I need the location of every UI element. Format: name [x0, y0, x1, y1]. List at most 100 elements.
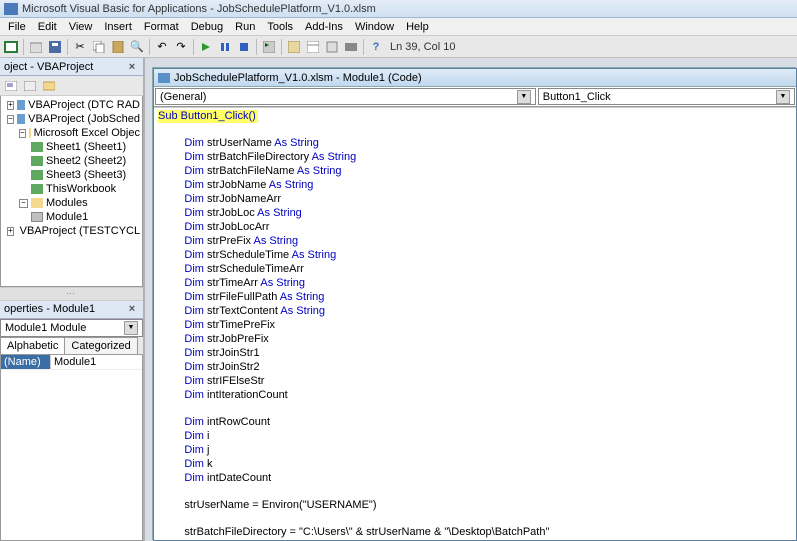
menu-run[interactable]: Run	[229, 19, 261, 35]
tree-item-folder[interactable]: − Modules	[3, 196, 140, 210]
dropdown-value: Button1_Click	[543, 91, 611, 103]
help-icon[interactable]: ?	[367, 38, 385, 56]
property-row[interactable]: (Name) Module1	[1, 355, 142, 370]
project-panel-title: oject - VBAProject	[4, 61, 93, 73]
tree-item-sheet[interactable]: Sheet1 (Sheet1)	[3, 140, 140, 154]
vba-project-icon	[17, 100, 25, 110]
undo-icon[interactable]: ↶	[153, 38, 171, 56]
cut-icon[interactable]: ✂	[71, 38, 89, 56]
object-dropdown[interactable]: (General) ▼	[155, 88, 536, 105]
tree-item-module[interactable]: Module1	[3, 210, 140, 224]
tree-label: Sheet2 (Sheet2)	[46, 155, 126, 167]
project-panel-header: oject - VBAProject ×	[0, 58, 143, 76]
tree-item-sheet[interactable]: Sheet3 (Sheet3)	[3, 168, 140, 182]
property-name: (Name)	[1, 355, 51, 369]
view-excel-icon[interactable]	[2, 38, 20, 56]
chevron-down-icon[interactable]: ▼	[517, 90, 531, 104]
folder-icon	[29, 128, 31, 138]
separator	[281, 39, 282, 55]
code-line: Sub Button1_Click()	[158, 110, 256, 122]
tree-label: VBAProject (TESTCYCL	[20, 225, 140, 237]
tree-item-vbaproject[interactable]: + VBAProject (DTC RAD	[3, 98, 140, 112]
tree-label: VBAProject (DTC RAD	[28, 99, 140, 111]
menu-insert[interactable]: Insert	[98, 19, 138, 35]
procedure-dropdown[interactable]: Button1_Click ▼	[538, 88, 795, 105]
code-window: JobSchedulePlatform_V1.0.xlsm - Module1 …	[153, 68, 797, 541]
tree-label: ThisWorkbook	[46, 183, 116, 195]
tree-label: Microsoft Excel Objec	[34, 127, 140, 139]
expand-icon[interactable]: +	[7, 101, 14, 110]
code-window-title: JobSchedulePlatform_V1.0.xlsm - Module1 …	[174, 72, 422, 84]
tree-label: Modules	[46, 197, 88, 209]
copy-icon[interactable]	[90, 38, 108, 56]
separator	[23, 39, 24, 55]
dropdown-value: (General)	[160, 91, 206, 103]
object-browser-icon[interactable]	[323, 38, 341, 56]
design-mode-icon[interactable]	[260, 38, 278, 56]
tab-alphabetic[interactable]: Alphabetic	[0, 337, 65, 354]
tree-item-workbook[interactable]: ThisWorkbook	[3, 182, 140, 196]
menu-format[interactable]: Format	[138, 19, 185, 35]
insert-icon[interactable]	[27, 38, 45, 56]
collapse-icon[interactable]: −	[19, 129, 26, 138]
mdi-area: JobSchedulePlatform_V1.0.xlsm - Module1 …	[145, 58, 797, 541]
close-icon[interactable]: ×	[125, 302, 139, 316]
property-value[interactable]: Module1	[51, 355, 142, 369]
separator	[363, 39, 364, 55]
workbook-icon	[31, 184, 43, 194]
tab-categorized[interactable]: Categorized	[64, 337, 137, 354]
close-icon[interactable]: ×	[125, 60, 139, 74]
menu-file[interactable]: File	[2, 19, 32, 35]
save-icon[interactable]	[46, 38, 64, 56]
menu-view[interactable]: View	[63, 19, 99, 35]
separator	[149, 39, 150, 55]
menu-edit[interactable]: Edit	[32, 19, 63, 35]
view-object-icon[interactable]	[21, 77, 39, 95]
properties-object-combo[interactable]: Module1 Module ▼	[0, 319, 143, 337]
chevron-down-icon[interactable]: ▼	[776, 90, 790, 104]
project-tree[interactable]: + VBAProject (DTC RAD −VBAProject (JobSch…	[0, 96, 143, 287]
combo-value: Module1 Module	[5, 322, 86, 334]
break-icon[interactable]	[216, 38, 234, 56]
properties-grid[interactable]: (Name) Module1	[0, 355, 143, 541]
window-title: Microsoft Visual Basic for Applications …	[22, 3, 376, 15]
expand-icon[interactable]: +	[7, 227, 14, 236]
view-code-icon[interactable]	[2, 77, 20, 95]
separator	[256, 39, 257, 55]
find-icon[interactable]: 🔍	[128, 38, 146, 56]
toggle-folders-icon[interactable]	[40, 77, 58, 95]
tree-label: Sheet1 (Sheet1)	[46, 141, 126, 153]
properties-panel-title: operties - Module1	[4, 303, 95, 315]
folder-icon	[31, 198, 43, 208]
paste-icon[interactable]	[109, 38, 127, 56]
tree-item-folder[interactable]: −Microsoft Excel Objec	[3, 126, 140, 140]
run-icon[interactable]	[197, 38, 215, 56]
tree-label: Sheet3 (Sheet3)	[46, 169, 126, 181]
collapse-icon[interactable]: −	[7, 115, 14, 124]
collapse-icon[interactable]: −	[19, 199, 28, 208]
sheet-icon	[31, 170, 43, 180]
toolbox-icon[interactable]	[342, 38, 360, 56]
properties-panel-header: operties - Module1 ×	[0, 301, 143, 319]
project-explorer-icon[interactable]	[285, 38, 303, 56]
tree-item-vbaproject[interactable]: −VBAProject (JobSched	[3, 112, 140, 126]
menu-help[interactable]: Help	[400, 19, 435, 35]
menu-addins[interactable]: Add-Ins	[299, 19, 349, 35]
menu-window[interactable]: Window	[349, 19, 400, 35]
cursor-position: Ln 39, Col 10	[390, 41, 455, 53]
module-icon	[31, 212, 43, 222]
menu-debug[interactable]: Debug	[185, 19, 229, 35]
window-titlebar: Microsoft Visual Basic for Applications …	[0, 0, 797, 18]
code-editor[interactable]: Sub Button1_Click() Dim strUserName As S…	[154, 107, 796, 540]
properties-window-icon[interactable]	[304, 38, 322, 56]
project-panel-toolbar	[0, 76, 143, 96]
chevron-down-icon[interactable]: ▼	[124, 321, 138, 335]
tree-item-vbaproject[interactable]: + VBAProject (TESTCYCL	[3, 224, 140, 238]
reset-icon[interactable]	[235, 38, 253, 56]
redo-icon[interactable]: ↷	[172, 38, 190, 56]
panel-resize-handle[interactable]: ⋯	[0, 287, 143, 301]
menu-tools[interactable]: Tools	[261, 19, 299, 35]
code-window-titlebar[interactable]: JobSchedulePlatform_V1.0.xlsm - Module1 …	[154, 69, 796, 87]
menubar: File Edit View Insert Format Debug Run T…	[0, 18, 797, 36]
tree-item-sheet[interactable]: Sheet2 (Sheet2)	[3, 154, 140, 168]
